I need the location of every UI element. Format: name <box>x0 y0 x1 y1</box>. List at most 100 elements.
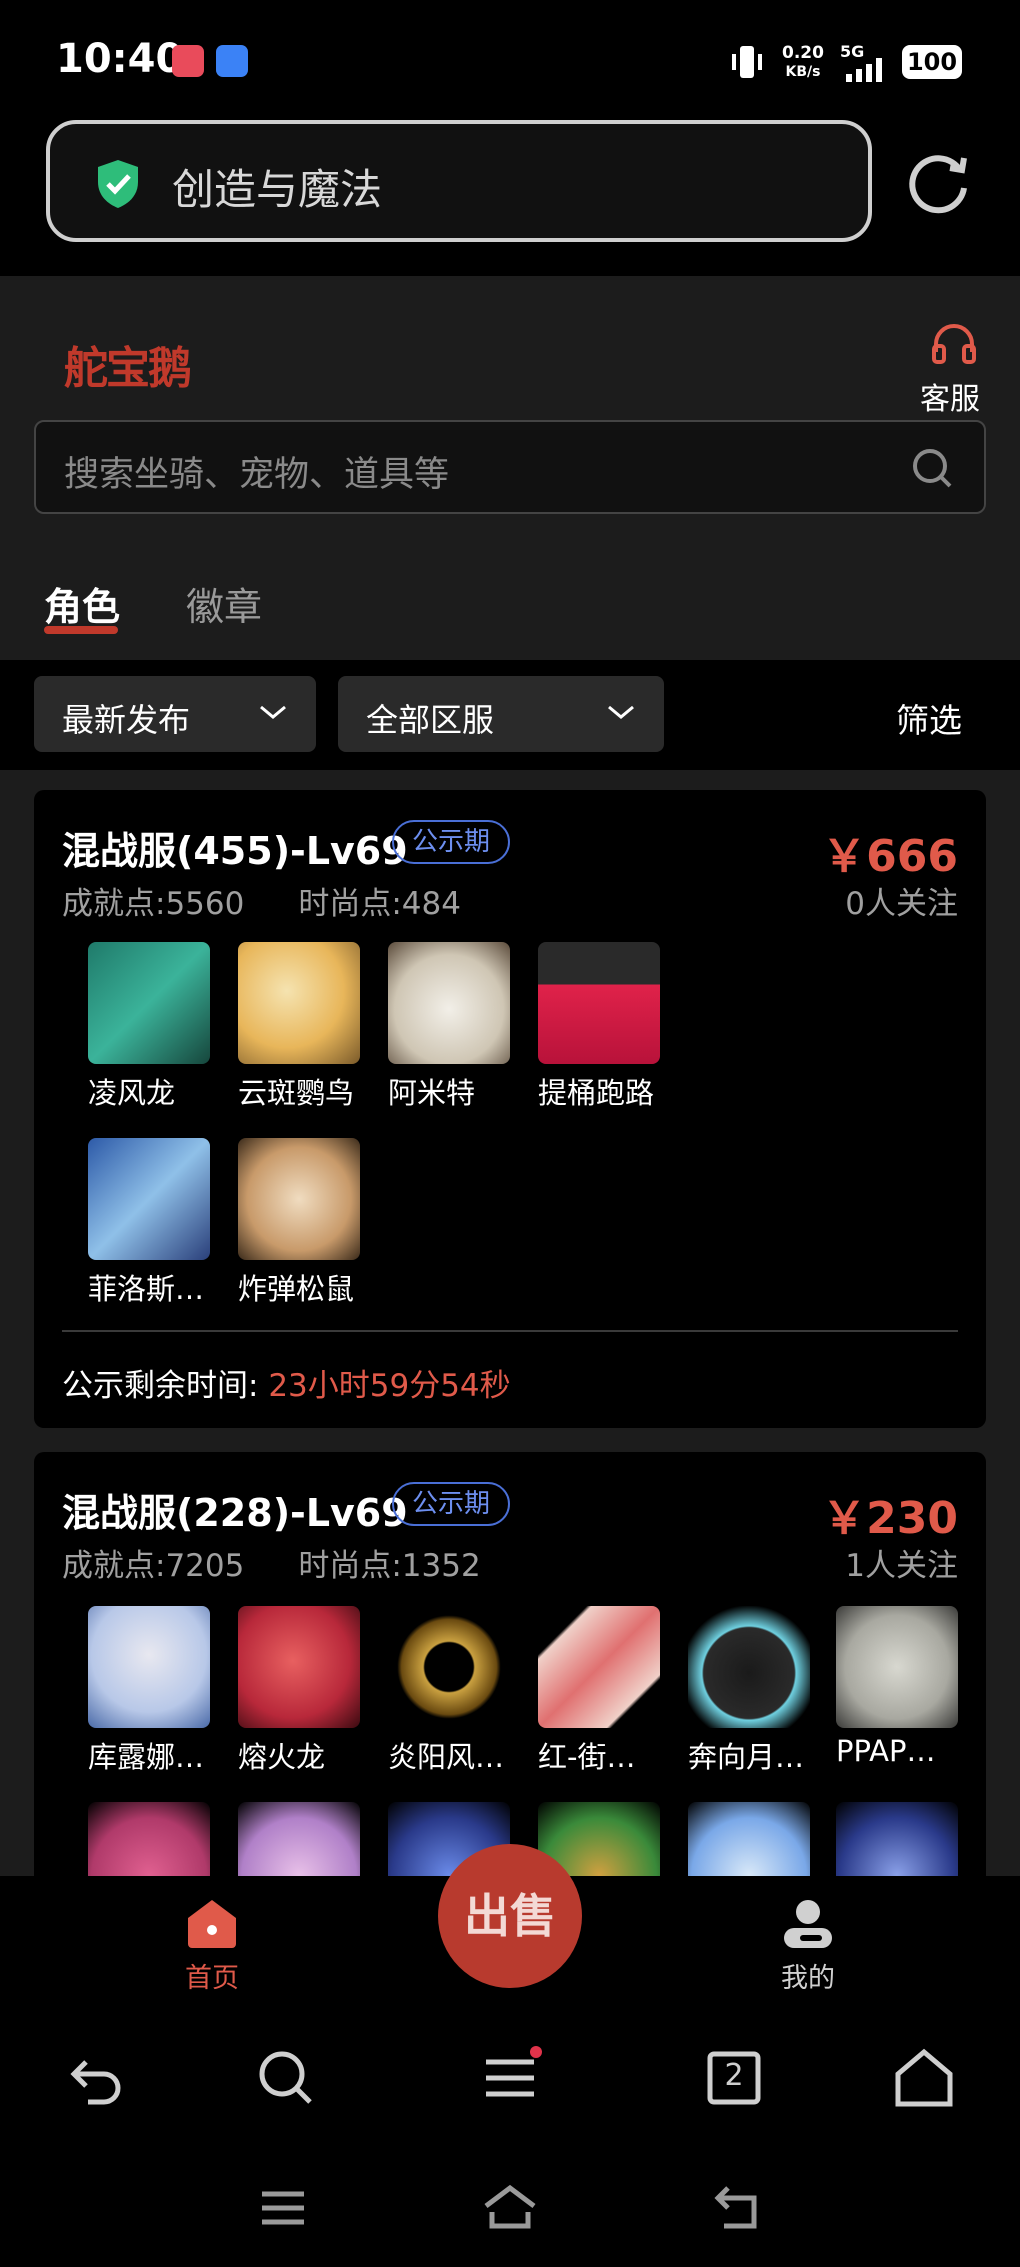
listing-stats: 成就点:7205 时尚点:1352 <box>62 1540 535 1585</box>
chevron-down-icon <box>260 705 286 719</box>
active-tab-indicator <box>44 626 118 634</box>
item-thumbnail[interactable]: 菲洛斯… <box>88 1138 210 1308</box>
achievement-points: 成就点:7205 <box>62 1548 245 1584</box>
system-home-icon[interactable] <box>482 2182 538 2232</box>
network-speed-unit: KB/s <box>785 64 821 80</box>
listing-title: 混战服(228)-Lv69 <box>62 1491 408 1535</box>
search-icon[interactable] <box>910 446 954 490</box>
item-thumbnail[interactable]: 凌风龙 <box>88 942 210 1112</box>
tab-count: 2 <box>724 2058 744 2093</box>
character-pet-image <box>88 1138 210 1260</box>
tabs-button[interactable]: 2 <box>702 2046 766 2110</box>
bear-pet-image[interactable] <box>88 1802 210 1876</box>
sort-dropdown[interactable]: 最新发布 <box>34 676 316 752</box>
item-label: 凌风龙 <box>88 1076 176 1110</box>
filter-button[interactable]: 筛选 <box>896 694 962 742</box>
squirrel-pet-image <box>238 1138 360 1260</box>
dragon-pet-image <box>88 942 210 1064</box>
cat-pet-image <box>836 1606 958 1728</box>
item-label: 菲洛斯… <box>88 1272 205 1306</box>
character-pet-image <box>88 1606 210 1728</box>
search-placeholder: 搜索坐骑、宠物、道具等 <box>64 455 450 495</box>
remaining-time-label: 公示剩余时间: <box>62 1368 259 1404</box>
sun-ring-image <box>388 1606 510 1728</box>
skateboard-item-image <box>538 1606 660 1728</box>
listing-title: 混战服(455)-Lv69 <box>62 829 408 873</box>
tab-badge[interactable]: 徽章 <box>186 576 262 631</box>
home-icon <box>188 1900 236 1948</box>
filter-bar: 最新发布 全部区服 筛选 <box>0 660 1020 770</box>
nav-home[interactable]: 首页 <box>180 1898 244 1995</box>
search-input[interactable]: 搜索坐骑、宠物、道具等 <box>34 420 986 514</box>
item-label: 云斑鹦鸟 <box>238 1076 355 1110</box>
tab-role[interactable]: 角色 <box>44 576 120 631</box>
follow-count: 1人关注 <box>845 1548 958 1584</box>
sort-dropdown-label: 最新发布 <box>62 701 191 739</box>
item-thumbnail[interactable]: 奔向月… <box>688 1606 810 1776</box>
item-label: 奔向月… <box>688 1740 805 1774</box>
follow-count: 0人关注 <box>845 886 958 922</box>
category-tabs: 角色 徽章 <box>0 538 1020 660</box>
listing-card[interactable]: 混战服(228)-Lv69 公示期 ￥230 成就点:7205 时尚点:1352 … <box>34 1452 986 1876</box>
chevron-down-icon <box>608 705 634 719</box>
system-back-icon[interactable] <box>712 2182 762 2232</box>
server-dropdown[interactable]: 全部区服 <box>338 676 664 752</box>
sell-button[interactable]: 出售 <box>438 1844 582 1988</box>
secure-shield-icon <box>98 160 138 208</box>
item-label: 库露娜… <box>88 1740 205 1774</box>
reload-icon[interactable] <box>902 146 976 220</box>
customer-service-button[interactable]: 客服 <box>920 322 988 418</box>
status-time: 10:40 <box>56 36 184 82</box>
signal-icon <box>846 58 882 82</box>
vibrate-icon <box>732 46 762 78</box>
menu-icon[interactable] <box>478 2046 542 2110</box>
listing-list: 混战服(455)-Lv69 公示期 ￥666 成就点:5560 时尚点:484 0… <box>0 770 1020 1876</box>
back-icon[interactable] <box>64 2046 128 2110</box>
search-icon[interactable] <box>254 2046 318 2110</box>
goggle-pet-image[interactable] <box>688 1802 810 1876</box>
wolf-pet-image-2[interactable] <box>836 1802 958 1876</box>
app-notification-icon <box>172 45 204 77</box>
page-header: 舵宝鹅 客服 搜索坐骑、宠物、道具等 <box>0 276 1020 538</box>
item-label: 提桶跑路 <box>538 1076 655 1110</box>
remaining-time-value: 23小时59分54秒 <box>268 1368 511 1404</box>
customer-service-label: 客服 <box>920 382 980 417</box>
listing-price: ￥230 <box>822 1493 958 1544</box>
recent-apps-icon[interactable] <box>258 2186 308 2230</box>
remaining-time: 公示剩余时间: 23小时59分54秒 <box>62 1360 511 1405</box>
item-thumbnail[interactable]: 炸弹松鼠 <box>238 1138 360 1308</box>
status-bar: 10:40 0.20 KB/s 5G 100 <box>0 0 1020 120</box>
browser-url-bar[interactable]: 创造与魔法 <box>46 120 872 242</box>
fox-pet-image[interactable] <box>238 1802 360 1876</box>
parrot-pet-image <box>238 942 360 1064</box>
item-thumbnail[interactable]: 红-街… <box>538 1606 660 1776</box>
fashion-points: 时尚点:484 <box>298 886 461 922</box>
server-dropdown-label: 全部区服 <box>366 701 495 739</box>
nav-mine[interactable]: 我的 <box>776 1898 840 1995</box>
item-thumbnail[interactable]: PPAP… <box>836 1606 958 1768</box>
listing-card[interactable]: 混战服(455)-Lv69 公示期 ￥666 成就点:5560 时尚点:484 0… <box>34 790 986 1428</box>
fire-dragon-image <box>238 1606 360 1728</box>
item-label: 阿米特 <box>388 1076 476 1110</box>
achievement-points: 成就点:5560 <box>62 886 245 922</box>
item-thumbnail[interactable]: 炎阳风… <box>388 1606 510 1776</box>
item-thumbnail[interactable]: 库露娜… <box>88 1606 210 1776</box>
item-label: 炎阳风… <box>388 1740 505 1774</box>
user-icon <box>784 1900 832 1948</box>
card-divider <box>62 1330 958 1332</box>
crocodile-pet-image <box>388 942 510 1064</box>
app-logo: 舵宝鹅 <box>64 343 192 394</box>
item-thumbnail[interactable]: 熔火龙 <box>238 1606 360 1776</box>
item-label: 熔火龙 <box>238 1740 326 1774</box>
bucket-item-image <box>538 942 660 1064</box>
item-thumbnail[interactable]: 阿米特 <box>388 942 510 1112</box>
fashion-points: 时尚点:1352 <box>298 1548 481 1584</box>
home-icon[interactable] <box>892 2046 956 2110</box>
item-label: 炸弹松鼠 <box>238 1272 355 1306</box>
pig-pet-image <box>688 1606 810 1728</box>
item-thumbnail[interactable]: 云斑鹦鸟 <box>238 942 360 1112</box>
listing-stats: 成就点:5560 时尚点:484 <box>62 878 515 923</box>
item-thumbnail[interactable]: 提桶跑路 <box>538 942 660 1112</box>
status-badge: 公示期 <box>392 820 511 864</box>
nav-mine-label: 我的 <box>781 1963 835 1994</box>
